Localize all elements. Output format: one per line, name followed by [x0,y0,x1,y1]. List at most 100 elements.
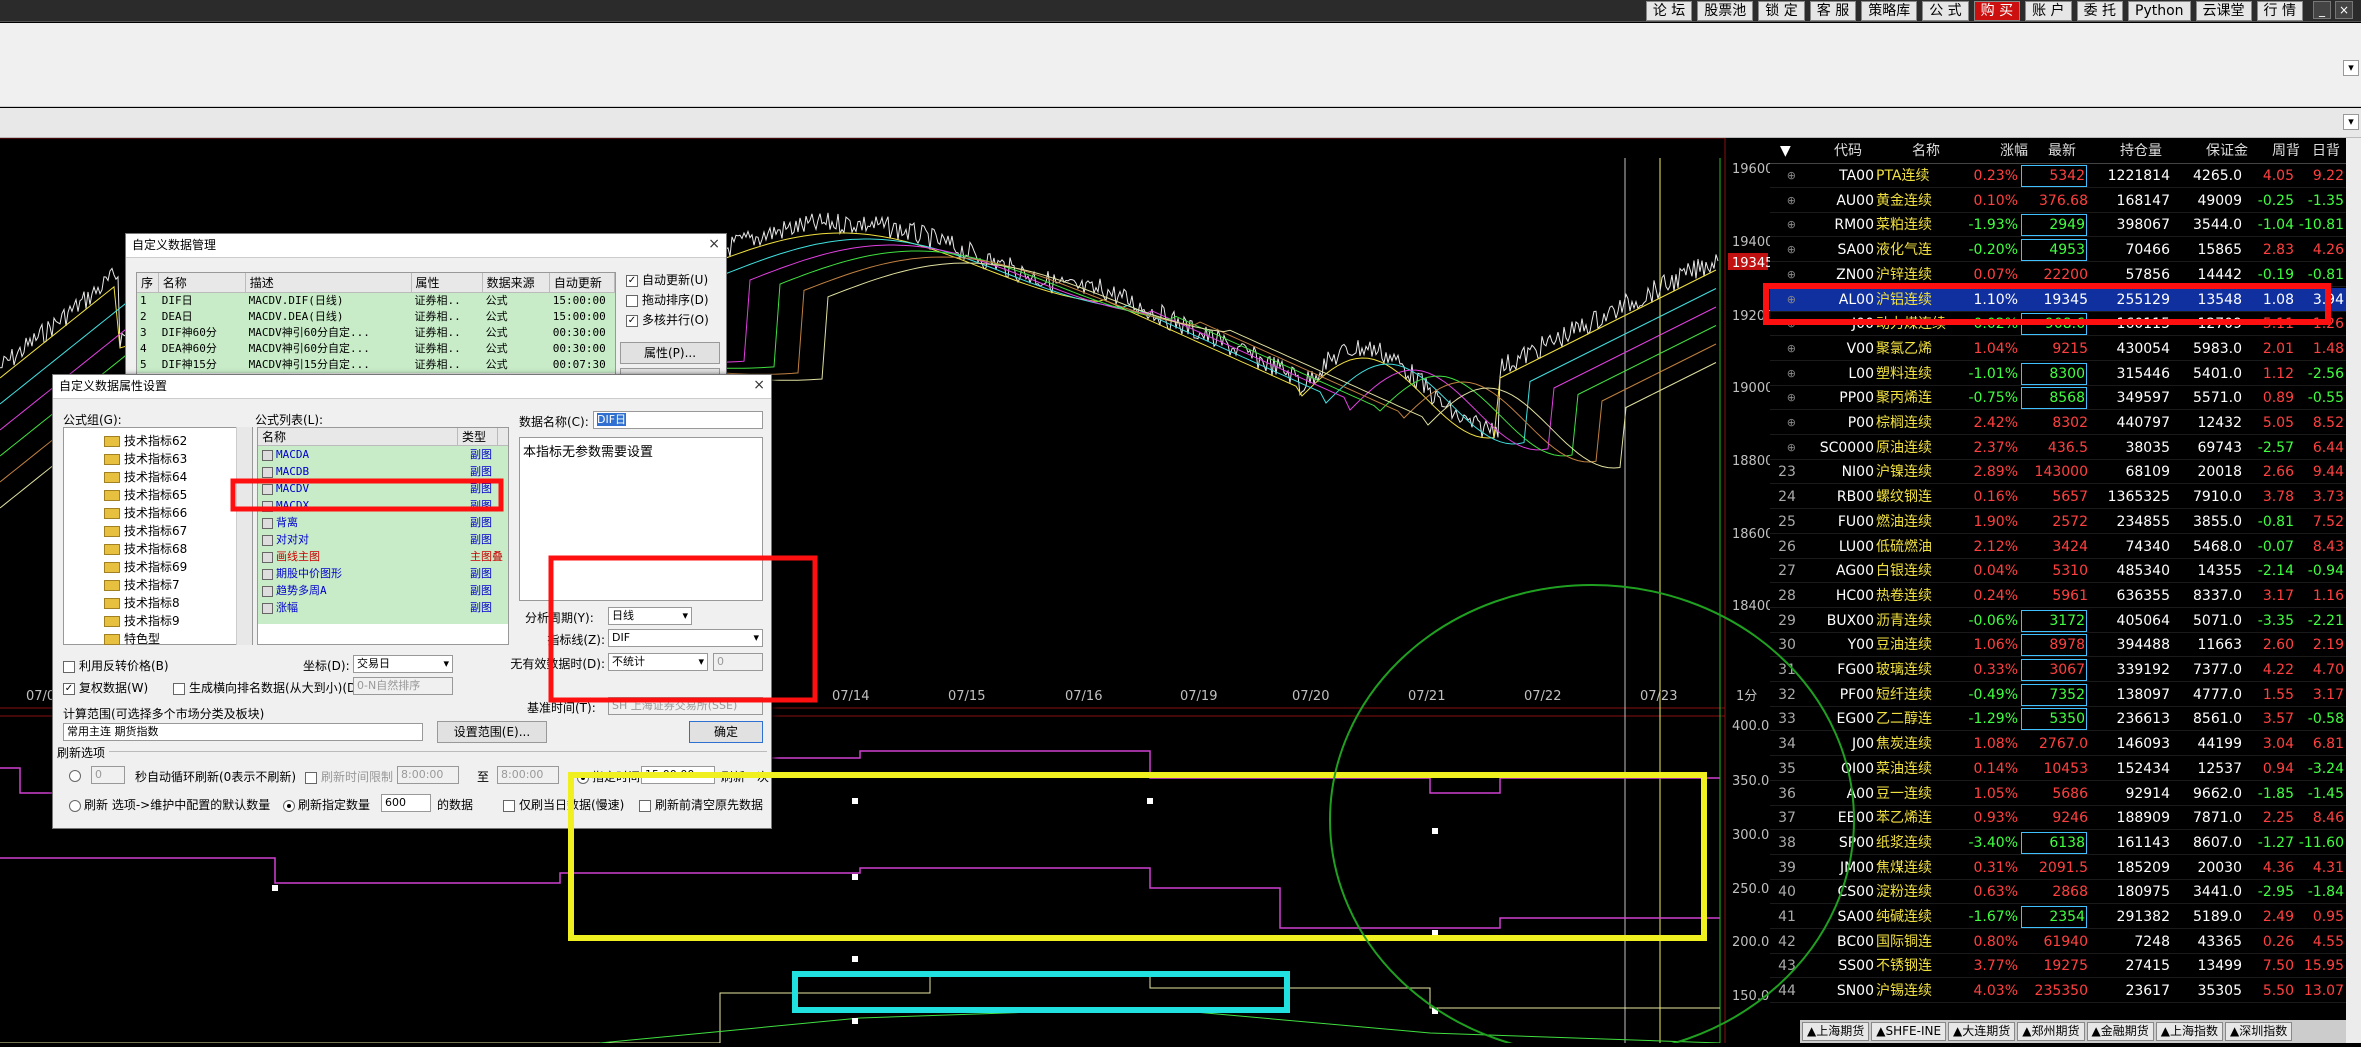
refresh-default-radio[interactable]: 刷新 选项->维护中配置的默认数量 [69,796,270,813]
watchlist-row[interactable]: 35 OI00 菜油连续 0.14% 10453 152434 12537 0.94 -3.24 [1770,757,2346,781]
market-tab[interactable]: ▲郑州期货 [2017,1022,2085,1041]
tree-item[interactable]: 技术指标62 [104,432,252,450]
top-button-1[interactable]: 股票池 [1697,1,1754,21]
sort-icon[interactable]: ▼ [1780,138,1791,164]
formula-item[interactable]: 期股中价图形 副图 [262,565,508,582]
clear-first-checkbox[interactable]: 刷新前清空原先数据 [639,796,763,813]
watchlist-row[interactable]: 30 Y00 豆油连续 1.06% 8978 394488 11663 2.60 2.19 [1770,633,2346,658]
watchlist-row[interactable]: 28 HC00 热卷连续 0.24% 5961 636355 8337.0 3.17 1.16 [1770,584,2346,608]
tree-item[interactable]: 技术指标7 [104,576,252,594]
column-header[interactable]: 序 [137,273,159,292]
formula-item[interactable]: 背离 副图 [262,514,508,531]
rank-select[interactable]: 0-N自然排序 [353,677,453,695]
period-select[interactable]: 日线 ▾ [608,607,692,625]
close-icon[interactable]: × [753,377,765,393]
formula-list[interactable]: 名称 类型 MACDA 副图 MACDB 副图 MACDV 副图 MACDX 副图 背离 副图 对对对… [257,427,509,645]
watchlist-row[interactable]: 38 SP00 纸浆连续 -3.40% 6138 161143 8607.0 -1.27 -11… [1770,831,2346,855]
minimize-icon[interactable]: _ [2313,1,2331,19]
market-tab[interactable]: ▲深圳指数 [2225,1022,2293,1041]
assign-time-input[interactable]: 15:00:00 [641,766,715,784]
watchlist-row[interactable]: 32 PF00 短纤连续 -0.49% 7352 138097 4777.0 1.55 3.17 [1770,683,2346,707]
data-name-input[interactable]: DIF日 [593,411,763,429]
watchlist-header-cell[interactable]: 最新 [2018,138,2076,164]
top-button-3[interactable]: 客 服 [1809,1,1857,21]
watchlist-row[interactable]: ⊕ RM00 菜粕连续 -1.93% 2949 398067 3544.0 -1.04 -10.… [1770,213,2346,238]
column-header[interactable]: 描述 [246,273,412,292]
watchlist-row[interactable]: 39 JM00 焦煤连续 0.31% 2091.5 185209 20030 4.36 4.31 [1770,856,2346,880]
table-row[interactable]: 3 DIF神60分 MACDV神引60分自定... 证券相.. 公式 00:30:00 [137,325,615,341]
top-button-0[interactable]: 论 坛 [1645,1,1693,21]
tree-scrollbar[interactable] [236,427,252,645]
watchlist-row[interactable]: ⊕ SA00 液化气连 -0.20% 4953 70466 15865 2.83 4.26 [1770,238,2346,263]
table-row[interactable]: 5 DIF神15分 MACDV神引15分自定... 证券相.. 公式 00:07:30 [137,357,615,373]
only-day-checkbox[interactable]: 仅刷当日数据(慢速) [503,796,624,813]
watchlist-row[interactable]: 34 J00 焦炭连续 1.08% 2767.0 146093 44199 3.04 6.81 [1770,732,2346,757]
column-header[interactable]: 自动更新 [550,273,615,292]
watchlist-row[interactable]: 43 SS00 不锈钢连 3.77% 19275 27415 13499 7.50 15.95 [1770,954,2346,979]
watchlist-row[interactable]: 23 NI00 沪镍连续 2.89% 143000 68109 20018 2.66 9.44 [1770,460,2346,485]
watchlist-header-cell[interactable]: 代码 [1834,138,1874,164]
watchlist-row[interactable]: ⊕ ZN00 沪锌连续 0.07% 22200 57856 14442 -0.19 -0.81 [1770,263,2346,287]
table-row[interactable]: 2 DEA日 MACDV.DEA(日线) 证券相.. 公式 15:00:00 [137,309,615,325]
formula-item[interactable]: 对对对 副图 [262,531,508,548]
watchlist-row[interactable]: 44 SN00 沪锡连续 4.03% 235350 23617 35305 5.50 13.07 [1770,979,2346,1004]
refresh-seconds-input[interactable]: 0 [91,766,125,784]
watchlist-row[interactable]: 36 A00 豆一连续 1.05% 5686 92914 9662.0 -1.85 -1.45 [1770,782,2346,806]
futures-watchlist[interactable]: ▼ 代码 名称 涨幅 最新 持仓量 保证金 周背 日背 ⊕ TA00 PTA连续 0.23% 5342 1… [1770,138,2346,1043]
dropdown-icon[interactable]: ▾ [2343,114,2359,130]
auto-refresh-radio[interactable] [69,768,84,782]
watchlist-row[interactable]: ⊕ P00 棕榈连续 2.42% 8302 440797 12432 5.05 8.52 [1770,411,2346,435]
formula-group-tree[interactable]: 技术指标62 技术指标63 技术指标64 技术指标65 技术指标66 技术指标67 技术指标… [63,427,253,648]
use-reverse-checkbox[interactable]: 利用反转价格(B) [63,657,169,674]
table-row[interactable]: 4 DEA神60分 MACDV神引60分自定... 证券相.. 公式 00:30:00 [137,341,615,357]
market-tab[interactable]: ▲SHFE-INE [1871,1022,1947,1041]
dropdown-icon[interactable]: ▾ [2343,60,2359,76]
rank-checkbox[interactable]: 生成横向排名数据(从大到小)(D) [173,679,361,696]
invalid-select[interactable]: 不统计 ▾ [608,653,708,671]
market-tab[interactable]: ▲上海期货 [1802,1022,1870,1041]
set-range-button[interactable]: 设置范围(E)... [437,721,547,743]
market-tab[interactable]: ▲上海指数 [2155,1022,2224,1041]
properties-button[interactable]: 属性(P)... [620,342,720,364]
watchlist-row[interactable]: ⊕ J00 动力煤连续 -0.02% 908.6 160115 12709 5.11 1.26 [1770,312,2346,337]
watchlist-row[interactable]: ⊕ TA00 PTA连续 0.23% 5342 1221814 4265.0 4.05 9.22 [1770,164,2346,188]
option-checkbox-1[interactable]: 拖动排序(D) [626,290,726,310]
formula-item[interactable]: MACDA 副图 [262,446,508,463]
tree-item[interactable]: 特色型 [104,630,252,648]
tree-item[interactable]: 技术指标68 [104,540,252,558]
tree-item[interactable]: 技术指标66 [104,504,252,522]
option-checkbox-2[interactable]: ✓ 多核并行(O) [626,310,726,330]
checkbox-icon[interactable]: ✓ [626,274,638,287]
checkbox-icon[interactable] [626,294,638,307]
top-button-9[interactable]: Python [2128,1,2191,21]
watchlist-row[interactable]: 41 SA00 纯碱连续 -1.67% 2354 291382 5189.0 2.49 0.95 [1770,905,2346,929]
formula-item[interactable]: MACDB 副图 [262,463,508,480]
tree-item[interactable]: 技术指标67 [104,522,252,540]
column-header[interactable]: 名称 [258,428,458,445]
column-header[interactable]: 类型 [458,428,498,445]
top-button-11[interactable]: 行 情 [2256,1,2303,21]
watchlist-row[interactable]: 25 FU00 燃油连续 1.90% 2572 234855 3855.0 -0.81 7.52 [1770,510,2346,534]
formula-item[interactable]: 趋势多周A 副图 [262,582,508,599]
top-button-2[interactable]: 锁 定 [1758,1,1805,21]
table-row[interactable]: 1 DIF日 MACDV.DIF(日线) 证券相.. 公式 15:00:00 [137,293,615,309]
watchlist-row[interactable]: 37 EB00 苯乙烯连 0.93% 9246 188909 7871.0 2.25 8.46 [1770,806,2346,831]
watchlist-row[interactable]: ⊕ PP00 聚丙烯连 -0.75% 8568 349597 5571.0 0.89 -0.55 [1770,386,2346,411]
ok-button[interactable]: 确定 [689,721,763,743]
watchlist-row[interactable]: 24 RB00 螺纹钢连 0.16% 5657 1365325 7910.0 3.78 3.73 [1770,485,2346,510]
tree-item[interactable]: 技术指标65 [104,486,252,504]
market-tab[interactable]: ▲大连期货 [1948,1022,2016,1041]
tree-item[interactable]: 技术指标69 [104,558,252,576]
option-checkbox-0[interactable]: ✓ 自动更新(U) [626,270,726,290]
tree-item[interactable]: 技术指标9 [104,612,252,630]
watchlist-row[interactable]: 26 LU00 低硫燃油 2.12% 3424 74340 5468.0 -0.07 8.43 [1770,535,2346,559]
assign-time-radio[interactable]: 指定时间 [577,768,640,785]
column-header[interactable]: 属性 [412,273,483,292]
market-tab[interactable]: ▲金融期货 [2086,1022,2154,1041]
range-input[interactable]: 常用主连 期货指数 [63,723,423,741]
coord-select[interactable]: 交易日 ▾ [353,655,453,673]
watchlist-row[interactable]: 33 EG00 乙二醇连 -1.29% 5350 236613 8561.0 3.57 -0.5… [1770,707,2346,732]
watchlist-row[interactable]: 29 BUX00 沥青连续 -0.06% 3172 405064 5071.0 -3.35 -2… [1770,609,2346,633]
watchlist-row[interactable]: 42 BC00 国际铜连 0.80% 61940 7248 43365 0.26 4.55 [1770,930,2346,954]
top-button-6[interactable]: 购 买 [1973,1,2021,21]
